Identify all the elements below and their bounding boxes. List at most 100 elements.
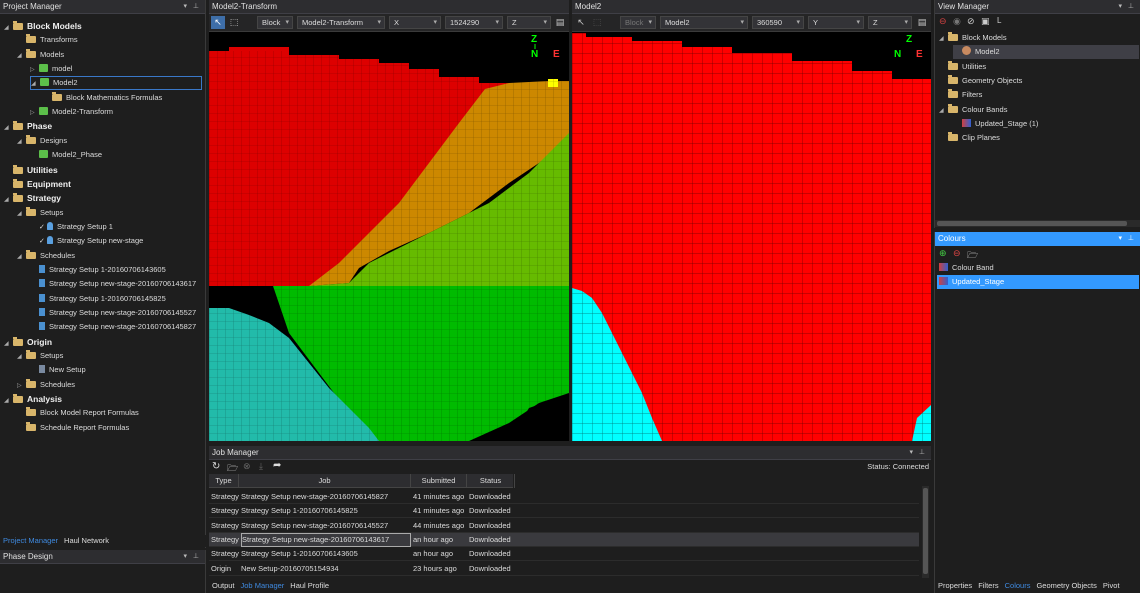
select-cursor-icon[interactable]: ↖	[211, 16, 225, 29]
cancel-job-icon[interactable]: ⊗	[243, 461, 251, 472]
view-tree-item[interactable]: Geometry Objects	[939, 74, 1022, 88]
slice-value-field[interactable]: 360590	[752, 16, 804, 29]
expanded-arrow-icon[interactable]: ◢	[4, 337, 13, 351]
view-tree-item[interactable]: Utilities	[939, 60, 986, 74]
tree-item[interactable]: Strategy Setup 1-20160706145825	[30, 292, 166, 306]
tree-item[interactable]: ◢ Model2	[30, 76, 202, 91]
axis2-dropdown[interactable]: Z	[868, 16, 912, 29]
tree-item[interactable]: ◢ Setups	[17, 349, 63, 363]
tree-item[interactable]: Strategy Setup new-stage-20160706145827	[30, 320, 196, 334]
view-tree-item[interactable]: ◢ Colour Bands	[939, 103, 1007, 117]
pin-icon[interactable]: ⊥	[1128, 0, 1134, 14]
axis-dropdown[interactable]: Y	[808, 16, 864, 29]
tree-item[interactable]: ◢ Designs	[17, 134, 67, 148]
tree-item[interactable]: Strategy Setup new-stage-20160706143617	[30, 277, 196, 291]
job-row[interactable]: Strategy Strategy Setup 1-20160706143605 a…	[209, 547, 919, 562]
job-row[interactable]: Strategy Strategy Setup 1-20160706145825 4…	[209, 504, 919, 519]
pin-icon[interactable]: ⊥	[1128, 232, 1134, 246]
tree-item[interactable]: Equipment	[4, 177, 71, 191]
view-tree-item[interactable]: Updated_Stage (1)	[953, 117, 1038, 131]
remove-icon[interactable]: ⊖	[939, 16, 947, 27]
tab-colours[interactable]: Colours	[1002, 580, 1034, 592]
model-dropdown[interactable]: Model2-Transform	[297, 16, 385, 29]
column-header[interactable]: Status	[467, 474, 515, 488]
expanded-arrow-icon[interactable]: ◢	[939, 104, 948, 118]
dropdown-icon[interactable]: ▾	[1118, 0, 1122, 14]
view-tree-item[interactable]: Model2	[953, 45, 1139, 60]
tree-item[interactable]: ◢ Schedules	[17, 249, 75, 263]
dropdown-icon[interactable]: ▾	[183, 550, 187, 564]
dropdown-icon[interactable]: ▾	[183, 0, 187, 14]
tree-item[interactable]: ▷ Model2-Transform	[30, 105, 113, 119]
tab-haul-profile[interactable]: Haul Profile	[287, 580, 332, 592]
camera-icon[interactable]: ▣	[981, 16, 990, 27]
tree-item[interactable]: ✓ Strategy Setup 1	[30, 220, 113, 234]
expanded-arrow-icon[interactable]: ◢	[17, 49, 26, 63]
select-cursor-icon[interactable]: ↖	[574, 16, 588, 29]
viewport-model2-transform[interactable]: Model2-Transform ↖ ⬚ Block Model2-Transf…	[209, 0, 569, 441]
collapsed-arrow-icon[interactable]: ▷	[17, 379, 26, 393]
tab-output[interactable]: Output	[209, 580, 238, 592]
tree-item[interactable]: Schedule Report Formulas	[17, 421, 129, 435]
tab-properties[interactable]: Properties	[935, 580, 975, 592]
view-toolbar-label[interactable]: L	[997, 16, 1001, 25]
tree-item[interactable]: Transforms	[17, 33, 78, 47]
mode-dropdown[interactable]: Block	[257, 16, 293, 29]
job-scrollbar[interactable]	[922, 486, 929, 578]
tab-filters[interactable]: Filters	[975, 580, 1001, 592]
dropdown-icon[interactable]: ▾	[1118, 232, 1122, 246]
tab-haul-network[interactable]: Haul Network	[61, 535, 112, 547]
view-tree-item[interactable]: Filters	[939, 88, 982, 102]
tree-item[interactable]: ◢ Models	[17, 48, 64, 62]
colour-item[interactable]: Updated_Stage	[937, 274, 1139, 289]
box-select-icon[interactable]: ⬚	[227, 16, 241, 29]
tree-item[interactable]: Strategy Setup new-stage-20160706145527	[30, 306, 196, 320]
delete-colour-icon[interactable]: ⊖	[953, 248, 961, 259]
collapsed-arrow-icon[interactable]: ▷	[30, 63, 39, 77]
expanded-arrow-icon[interactable]: ◢	[31, 78, 40, 90]
view-tree-item[interactable]: ◢ Block Models	[939, 31, 1007, 45]
tree-item[interactable]: ▷ Schedules	[17, 378, 75, 392]
tree-item[interactable]: ▷ model	[30, 62, 72, 76]
expanded-arrow-icon[interactable]: ◢	[4, 193, 13, 207]
colour-item[interactable]: Colour Band	[937, 261, 1139, 275]
model-dropdown[interactable]: Model2	[660, 16, 748, 29]
expanded-arrow-icon[interactable]: ◢	[17, 207, 26, 221]
tree-item[interactable]: New Setup	[30, 363, 86, 377]
view-tree-item[interactable]: Clip Planes	[939, 131, 1000, 145]
box-select-icon[interactable]: ⬚	[590, 16, 604, 29]
axis-dropdown[interactable]: X	[389, 16, 441, 29]
dropdown-icon[interactable]: ▾	[909, 446, 913, 460]
view-manager-hscroll[interactable]	[935, 220, 1140, 227]
eye-icon[interactable]: ◉	[953, 16, 961, 27]
pin-icon[interactable]: ⊥	[919, 446, 925, 460]
tree-item[interactable]: ◢ Setups	[17, 206, 63, 220]
tree-item[interactable]: ◢ Strategy	[4, 191, 61, 205]
collapsed-arrow-icon[interactable]: ▷	[30, 106, 39, 120]
checkmark-icon[interactable]: ✓	[39, 221, 47, 235]
tree-item[interactable]: Utilities	[4, 163, 58, 177]
view-manager-hscroll-thumb[interactable]	[937, 221, 1127, 226]
tree-item[interactable]: Block Mathematics Formulas	[43, 91, 162, 105]
column-header[interactable]: Job	[239, 474, 411, 488]
slice-value-field[interactable]: 1524290	[445, 16, 503, 29]
download-icon[interactable]: ⤓	[259, 461, 263, 472]
tab-geometry-objects[interactable]: Geometry Objects	[1033, 580, 1099, 592]
tree-item[interactable]: ✓ Strategy Setup new-stage	[30, 234, 143, 248]
block-model-section-left[interactable]: Z N E	[209, 33, 569, 441]
column-header[interactable]: Submitted	[411, 474, 467, 488]
tree-item[interactable]: ◢ Analysis	[4, 392, 62, 406]
tree-item[interactable]: Strategy Setup 1-20160706143605	[30, 263, 166, 277]
job-row[interactable]: Strategy Strategy Setup new-stage-2016070…	[209, 490, 919, 504]
tab-pivot[interactable]: Pivot	[1100, 580, 1123, 592]
viewport-model2[interactable]: Model2 ↖ ⬚ Block Model2 360590 Y Z ▤ Z N…	[572, 0, 931, 441]
expanded-arrow-icon[interactable]: ◢	[4, 394, 13, 408]
expanded-arrow-icon[interactable]: ◢	[17, 250, 26, 264]
expanded-arrow-icon[interactable]: ◢	[17, 135, 26, 149]
job-row[interactable]: Origin New Setup-20160705154934 23 hours a…	[209, 562, 919, 576]
column-header[interactable]: Type	[209, 474, 239, 488]
tree-item[interactable]: ◢ Block Models	[4, 19, 82, 33]
viewport-menu-icon[interactable]: ▤	[553, 16, 567, 29]
axis2-dropdown[interactable]: Z	[507, 16, 551, 29]
tab-project-manager[interactable]: Project Manager	[0, 535, 61, 547]
